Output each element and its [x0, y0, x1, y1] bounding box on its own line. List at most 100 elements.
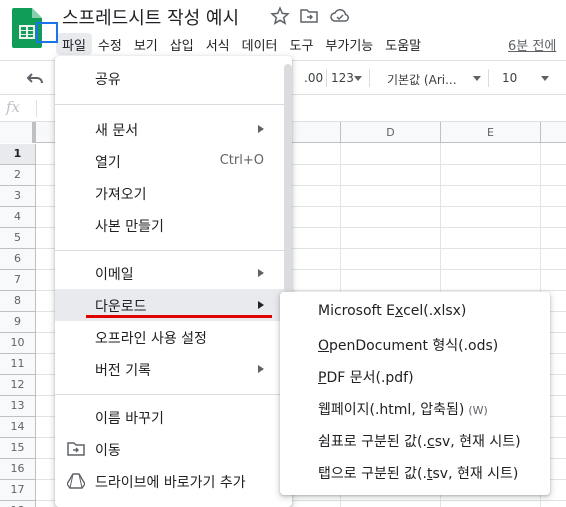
cloud-status-icon[interactable]	[329, 6, 349, 26]
menu-insert[interactable]: 삽입	[164, 33, 200, 55]
menu-item-label: 오프라인 사용 설정	[95, 331, 207, 347]
drive-shortcut-icon	[66, 473, 86, 489]
function-icon: fx	[6, 98, 21, 116]
file-menu: 공유 새 문서 열기 Ctrl+O 가져오기 사본 만들기 이메일 다운로드 오…	[55, 56, 292, 507]
menu-item-make-copy[interactable]: 사본 만들기	[55, 209, 292, 241]
font-size-dropdown[interactable]: 10	[502, 71, 517, 85]
submenu-item-label: 탭으로 구분된 값(.tsv, 현재 시트)	[318, 466, 519, 482]
submenu-item-label: 웹페이지(.html, 압축됨) (W)	[318, 402, 488, 418]
column-header-e[interactable]: E	[440, 122, 540, 143]
active-cell-a1[interactable]	[36, 22, 58, 43]
submenu-item-label: PDF 문서(.pdf)	[318, 370, 414, 386]
menu-tools[interactable]: 도구	[284, 33, 320, 55]
download-tsv[interactable]: 탭으로 구분된 값(.tsv, 현재 시트)	[280, 456, 550, 488]
font-family-dropdown[interactable]: 기본값 (Ari...	[387, 71, 457, 88]
menu-addons[interactable]: 부가기능	[319, 33, 379, 55]
menu-divider	[55, 394, 292, 395]
submenu-item-label: OpenDocument 형식(.ods)	[318, 338, 499, 354]
menu-item-label: 드라이브에 바로가기 추가	[95, 475, 246, 491]
row-header[interactable]: 5	[0, 228, 36, 249]
last-edit-link[interactable]: 6분 전에	[508, 35, 556, 54]
menu-item-label: 이름 바꾸기	[95, 411, 164, 427]
column-header-d[interactable]: D	[340, 122, 440, 143]
row-header[interactable]: 18	[0, 501, 36, 507]
menu-item-label: 사본 만들기	[95, 219, 164, 235]
row-header[interactable]: 13	[0, 396, 36, 417]
menu-item-label: 이메일	[95, 267, 134, 283]
submenu-arrow-icon	[258, 301, 264, 309]
row-header[interactable]: 11	[0, 354, 36, 375]
menu-file[interactable]: 파일	[56, 33, 92, 55]
column-header-f[interactable]	[540, 122, 566, 143]
menu-item-open[interactable]: 열기 Ctrl+O	[55, 145, 292, 177]
download-submenu: Microsoft Excel(.xlsx) OpenDocument 형식(.…	[280, 292, 550, 495]
number-format-dropdown[interactable]: 123	[331, 71, 354, 85]
menu-item-email[interactable]: 이메일	[55, 257, 292, 289]
menu-item-add-drive-shortcut[interactable]: 드라이브에 바로가기 추가	[55, 465, 292, 497]
submenu-arrow-icon	[258, 125, 264, 133]
document-title[interactable]: 스프레드시트 작성 예시	[62, 4, 239, 30]
menu-bar: 파일 수정 보기 삽입 서식 데이터 도구 부가기능 도움말	[56, 33, 427, 55]
menu-format[interactable]: 서식	[200, 33, 236, 55]
row-header[interactable]: 7	[0, 270, 36, 291]
download-xlsx[interactable]: Microsoft Excel(.xlsx)	[280, 296, 550, 328]
menu-edit[interactable]: 수정	[92, 33, 128, 55]
row-header[interactable]: 14	[0, 417, 36, 438]
move-folder-icon	[67, 441, 85, 457]
submenu-item-label: Microsoft Excel(.xlsx)	[318, 303, 467, 319]
menu-item-label: 새 문서	[95, 123, 139, 139]
menu-item-label: 이동	[95, 443, 121, 459]
menu-item-label: 다운로드	[95, 299, 147, 315]
row-header[interactable]: 17	[0, 480, 36, 501]
submenu-arrow-icon	[258, 269, 264, 277]
row-header[interactable]: 3	[0, 186, 36, 207]
move-folder-icon[interactable]	[299, 6, 319, 26]
row-header[interactable]: 2	[0, 165, 36, 186]
select-all-corner[interactable]	[0, 122, 36, 143]
menu-item-new[interactable]: 새 문서	[55, 113, 292, 145]
menu-help[interactable]: 도움말	[379, 33, 427, 55]
chevron-down-icon	[354, 76, 362, 81]
increase-decimal-button[interactable]: .00	[304, 71, 323, 85]
menu-item-label: 공유	[95, 72, 121, 88]
chevron-down-icon	[541, 76, 549, 81]
menu-item-version-history[interactable]: 버전 기록	[55, 353, 292, 385]
menu-data[interactable]: 데이터	[236, 33, 284, 55]
row-header[interactable]: 4	[0, 207, 36, 228]
undo-icon[interactable]	[26, 70, 44, 86]
row-header[interactable]: 8	[0, 291, 36, 312]
download-ods[interactable]: OpenDocument 형식(.ods)	[280, 328, 550, 360]
menu-item-label: 가져오기	[95, 187, 147, 203]
submenu-arrow-icon	[258, 365, 264, 373]
download-csv[interactable]: 쉼표로 구분된 값(.csv, 현재 시트)	[280, 424, 550, 456]
menu-item-shortcut: Ctrl+O	[219, 153, 264, 168]
annotation-underline	[86, 315, 272, 318]
menu-scrollbar[interactable]	[284, 64, 292, 304]
menu-divider	[55, 104, 292, 105]
chevron-down-icon	[473, 76, 481, 81]
menu-view[interactable]: 보기	[128, 33, 164, 55]
menu-item-move[interactable]: 이동	[55, 433, 292, 465]
star-icon[interactable]	[270, 6, 290, 26]
row-header[interactable]: 9	[0, 312, 36, 333]
row-header[interactable]: 16	[0, 459, 36, 480]
download-html[interactable]: 웹페이지(.html, 압축됨) (W)	[280, 392, 550, 424]
toolbar-divider	[488, 69, 489, 87]
menu-item-label: 버전 기록	[95, 363, 151, 379]
toolbar-divider	[369, 69, 370, 87]
row-header[interactable]: 10	[0, 333, 36, 354]
formula-divider	[36, 100, 37, 117]
toolbar-divider	[326, 69, 327, 87]
row-header[interactable]: 6	[0, 249, 36, 270]
download-pdf[interactable]: PDF 문서(.pdf)	[280, 360, 550, 392]
menu-item-import[interactable]: 가져오기	[55, 177, 292, 209]
menu-item-offline[interactable]: 오프라인 사용 설정	[55, 321, 292, 353]
menu-divider	[55, 250, 292, 251]
menu-item-label: 열기	[95, 155, 121, 171]
row-header[interactable]: 1	[0, 144, 36, 165]
menu-item-rename[interactable]: 이름 바꾸기	[55, 401, 292, 433]
row-header[interactable]: 12	[0, 375, 36, 396]
submenu-item-label: 쉼표로 구분된 값(.csv, 현재 시트)	[318, 434, 521, 450]
menu-item-share[interactable]: 공유	[55, 62, 292, 94]
row-header[interactable]: 15	[0, 438, 36, 459]
